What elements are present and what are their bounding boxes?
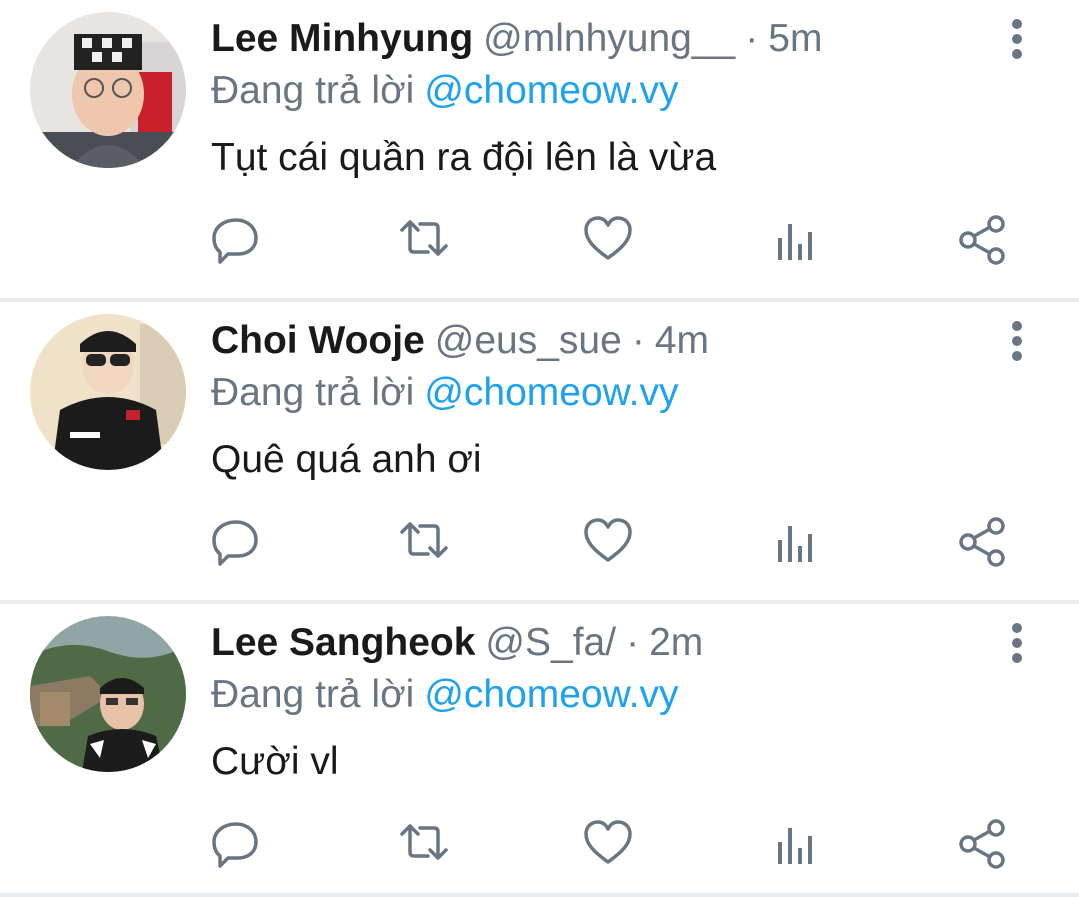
share-icon — [959, 215, 1005, 265]
display-name[interactable]: Lee Minhyung — [211, 17, 473, 60]
retweet-icon — [400, 824, 448, 860]
analytics-button[interactable] — [766, 208, 826, 268]
user-handle[interactable]: @S_fa/ — [485, 621, 616, 664]
tweet-header: Lee Minhyung @mlnhyung__ · 5m — [211, 14, 822, 64]
tweet-header: Lee Sangheok @S_fa/· 2m — [211, 618, 703, 668]
share-icon — [959, 819, 1005, 869]
tweet-text: Cười vl — [211, 740, 339, 783]
analytics-button[interactable] — [766, 510, 826, 570]
more-options-button[interactable] — [998, 316, 1036, 374]
avatar[interactable] — [30, 616, 186, 772]
mention-link[interactable]: @chomeow.vy — [424, 673, 678, 716]
reply-button[interactable] — [206, 812, 266, 872]
avatar[interactable] — [30, 12, 186, 168]
tweet[interactable]: Choi Wooje @eus_sue · 4m Đang trả lời @chome… — [0, 302, 1079, 604]
replying-to-line: Đang trả lời @chomeow.vy — [211, 670, 679, 720]
like-button[interactable] — [578, 812, 638, 872]
reply-icon — [212, 520, 258, 566]
tweet-header: Choi Wooje @eus_sue · 4m — [211, 316, 709, 366]
replying-to-label: Đang trả lời — [211, 69, 415, 112]
like-button[interactable] — [578, 510, 638, 570]
retweet-button[interactable] — [394, 812, 454, 872]
more-options-button[interactable] — [998, 618, 1036, 676]
retweet-icon — [400, 220, 448, 256]
replying-to-line: Đang trả lời @chomeow.vy — [211, 368, 679, 418]
timestamp: 2m — [649, 621, 704, 664]
separator-dot: · — [626, 621, 640, 664]
analytics-icon — [778, 526, 812, 562]
reply-icon — [212, 218, 258, 264]
avatar[interactable] — [30, 314, 186, 470]
more-vertical-icon — [1012, 19, 1022, 59]
replying-to-line: Đang trả lời @chomeow.vy — [211, 66, 679, 116]
like-icon — [584, 820, 632, 864]
mention-link[interactable]: @chomeow.vy — [424, 69, 678, 112]
user-handle[interactable]: @mlnhyung__ — [483, 17, 735, 60]
reply-button[interactable] — [206, 208, 266, 268]
reply-feed: Lee Minhyung @mlnhyung__ · 5m Đang trả lời @… — [0, 0, 1079, 897]
tweet[interactable]: Lee Sangheok @S_fa/· 2m Đang trả lời @chome… — [0, 604, 1079, 897]
analytics-button[interactable] — [766, 812, 826, 872]
like-icon — [584, 216, 632, 260]
more-options-button[interactable] — [998, 14, 1036, 72]
reply-icon — [212, 822, 258, 868]
display-name[interactable]: Lee Sangheok — [211, 621, 475, 664]
share-button[interactable] — [952, 510, 1012, 570]
replying-to-label: Đang trả lời — [211, 673, 415, 716]
more-vertical-icon — [1012, 623, 1022, 663]
retweet-button[interactable] — [394, 510, 454, 570]
tweet-text: Tụt cái quần ra đội lên là vừa — [211, 136, 717, 179]
separator-dot: · — [631, 319, 645, 362]
tweet[interactable]: Lee Minhyung @mlnhyung__ · 5m Đang trả lời @… — [0, 0, 1079, 302]
share-button[interactable] — [952, 812, 1012, 872]
display-name[interactable]: Choi Wooje — [211, 319, 425, 362]
like-icon — [584, 518, 632, 562]
tweet-text: Quê quá anh ơi — [211, 438, 482, 481]
more-vertical-icon — [1012, 321, 1022, 361]
analytics-icon — [778, 224, 812, 260]
retweet-button[interactable] — [394, 208, 454, 268]
tweet-divider — [0, 893, 1079, 897]
replying-to-label: Đang trả lời — [211, 371, 415, 414]
analytics-icon — [778, 828, 812, 864]
like-button[interactable] — [578, 208, 638, 268]
timestamp: 5m — [768, 17, 823, 60]
retweet-icon — [400, 522, 448, 558]
user-handle[interactable]: @eus_sue — [435, 319, 622, 362]
timestamp: 4m — [654, 319, 709, 362]
separator-dot: · — [745, 17, 759, 60]
mention-link[interactable]: @chomeow.vy — [424, 371, 678, 414]
share-icon — [959, 517, 1005, 567]
share-button[interactable] — [952, 208, 1012, 268]
reply-button[interactable] — [206, 510, 266, 570]
